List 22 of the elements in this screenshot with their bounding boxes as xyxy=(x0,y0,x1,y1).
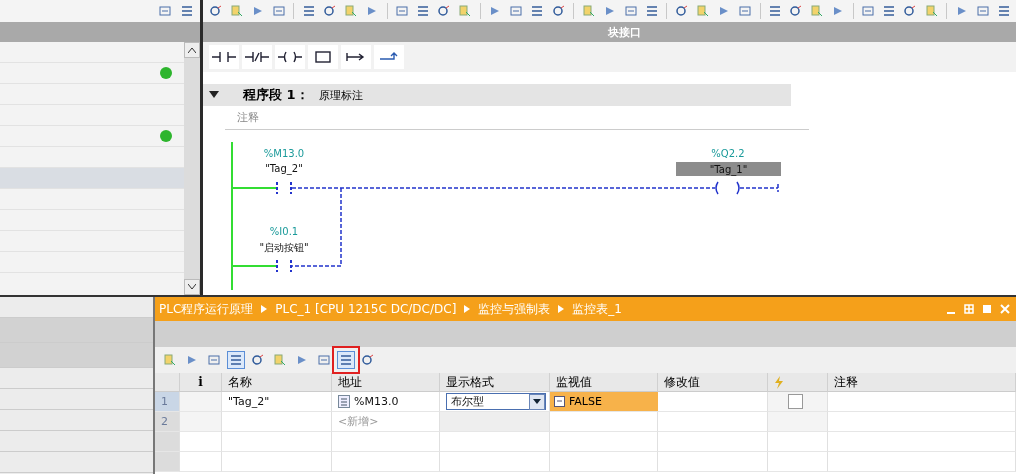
operand-tag: "启动按钮" xyxy=(259,241,309,255)
column-header[interactable]: 注释 xyxy=(828,373,1016,392)
format-dropdown[interactable]: 布尔型 xyxy=(446,393,546,410)
column-header[interactable]: 修改值 xyxy=(658,373,768,392)
table-cell: %M13.0 xyxy=(354,395,399,408)
network-comment: 注释 xyxy=(237,111,259,124)
column-header[interactable]: 地址 xyxy=(332,373,440,392)
operand-address: %Q2.2 xyxy=(711,148,745,159)
operand-tag: "Tag_1" xyxy=(676,162,781,176)
column-header[interactable]: i xyxy=(180,373,222,392)
network-subtitle: 原理标注 xyxy=(318,87,363,103)
operand-address: %I0.1 xyxy=(269,226,299,237)
monitor-value: FALSE xyxy=(569,395,602,408)
block-interface-label: 块接口 xyxy=(608,24,641,40)
network-header[interactable]: 程序段 1： 原理标注 xyxy=(203,84,791,106)
operand-address: %M13.0 xyxy=(263,148,305,159)
table-cell: "Tag_2" xyxy=(222,392,332,412)
column-header[interactable]: 监视值 xyxy=(550,373,658,392)
column-header[interactable]: 名称 xyxy=(222,373,332,392)
column-header[interactable]: 显示格式 xyxy=(440,373,550,392)
network-title: 程序段 1： xyxy=(243,86,309,104)
operand-tag: "Tag_2" xyxy=(265,163,303,174)
